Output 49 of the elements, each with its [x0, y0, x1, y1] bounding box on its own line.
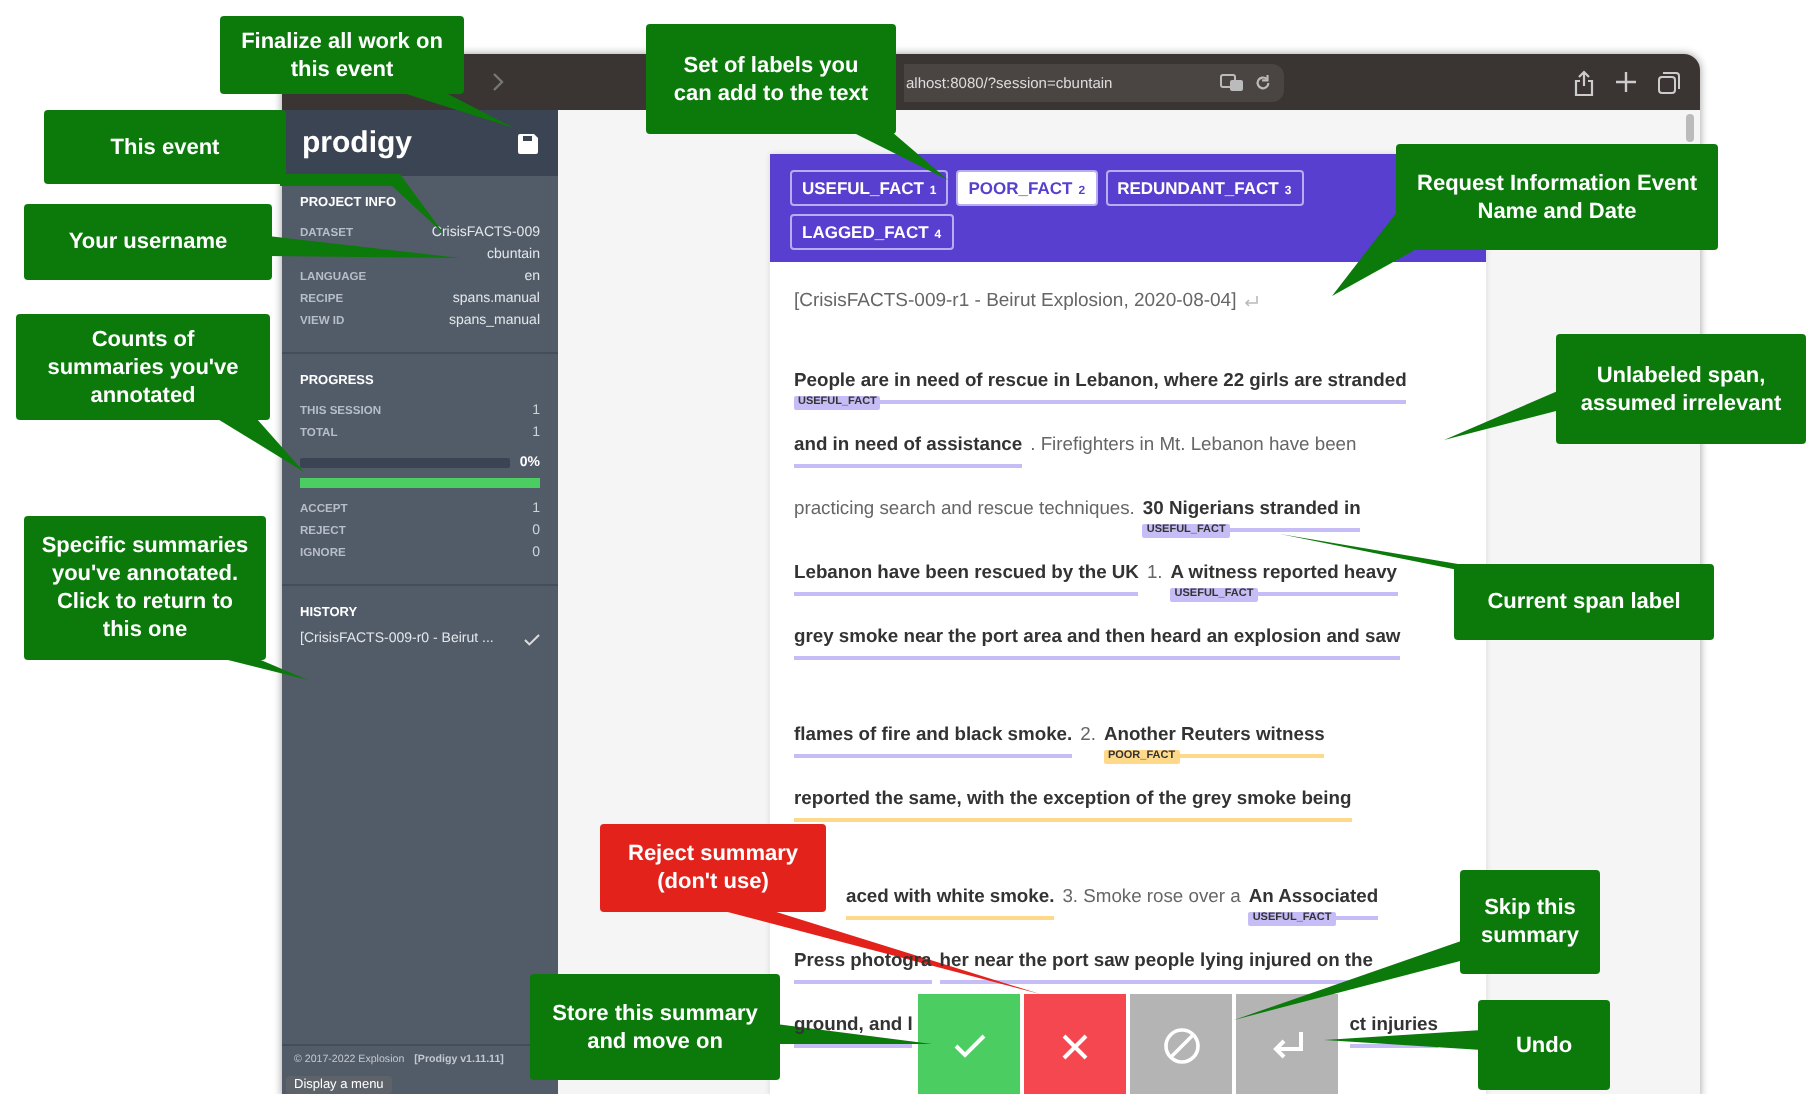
callout: Store this summary and move on	[530, 974, 780, 1080]
prohibited-icon	[1163, 1028, 1199, 1064]
share-icon[interactable]	[1574, 69, 1594, 95]
reload-icon[interactable]	[1254, 73, 1272, 91]
callout: Request Information Event Name and Date	[1396, 144, 1718, 250]
return-icon	[1271, 1032, 1303, 1060]
callout: Skip this summary	[1460, 870, 1600, 974]
labeled-span[interactable]: grey smoke near the port area and then heard an explosion and saw	[794, 622, 1401, 648]
labeled-span[interactable]: flames of fire and black smoke.	[794, 720, 1073, 746]
return-icon	[1244, 295, 1259, 307]
callout: Unlabeled span, assumed irrelevant	[1556, 334, 1806, 444]
undo-button[interactable]	[1236, 994, 1338, 1094]
forward-icon[interactable]	[492, 72, 504, 92]
document-title: [CrisisFACTS-009-r1 - Beirut Explosion, 2020-08-04]	[794, 290, 1237, 312]
text-span: 2.	[1080, 720, 1096, 746]
callout: Specific summaries you've annotated. Click to return to this one	[24, 516, 266, 660]
callout: Undo	[1478, 1000, 1610, 1090]
labeled-span[interactable]: and in need of assistance	[794, 430, 1023, 456]
labeled-span[interactable]: ground, and l	[794, 1010, 913, 1036]
labeled-span[interactable]: An Associated	[1248, 882, 1379, 908]
logo: prodigy	[302, 126, 412, 160]
labeled-span[interactable]: reported the same, with the exception of the grey smoke being	[794, 784, 1352, 810]
labeled-span[interactable]: aced with white smoke.	[846, 882, 1055, 908]
check-icon	[953, 1034, 985, 1058]
callout: Your username	[24, 204, 272, 280]
text-span: . Firefighters in Mt. Lebanon have been	[1030, 430, 1357, 456]
callout: Current span label	[1454, 564, 1714, 640]
labeled-span[interactable]: ct injuries	[1349, 1010, 1438, 1036]
callout: Reject summary (don't use)	[600, 824, 826, 912]
labeled-span[interactable]: People are in need of rescue in Lebanon, where 22 girls are stranded	[794, 366, 1407, 392]
text-span: practicing search and rescue techniques.	[794, 494, 1135, 520]
close-icon	[1062, 1033, 1088, 1059]
text-span: 1.	[1146, 558, 1163, 584]
callout-pointer	[1444, 390, 1560, 440]
save-icon[interactable]	[518, 133, 538, 153]
text-span: 3. Smoke rose over a	[1062, 882, 1241, 908]
tabs-icon[interactable]	[1658, 71, 1680, 93]
scrollbar[interactable]	[1686, 114, 1694, 142]
labeled-span[interactable]: Another Reuters witness	[1103, 720, 1325, 746]
plus-icon[interactable]	[1616, 72, 1636, 92]
callout: This event	[44, 110, 286, 184]
labeled-span[interactable]: Lebanon have been rescued by the UK	[794, 558, 1139, 584]
callout: Set of labels you can add to the text	[646, 24, 896, 134]
labeled-span[interactable]: A witness reported heavy	[1170, 558, 1398, 584]
labeled-span[interactable]: 30 Nigerians stranded in	[1142, 494, 1361, 520]
labeled-span[interactable]: her near the port saw people lying injured on the	[939, 946, 1373, 972]
callout-pointer	[852, 132, 948, 180]
translate-icon[interactable]	[1220, 73, 1244, 91]
callout-pointer	[216, 418, 304, 472]
